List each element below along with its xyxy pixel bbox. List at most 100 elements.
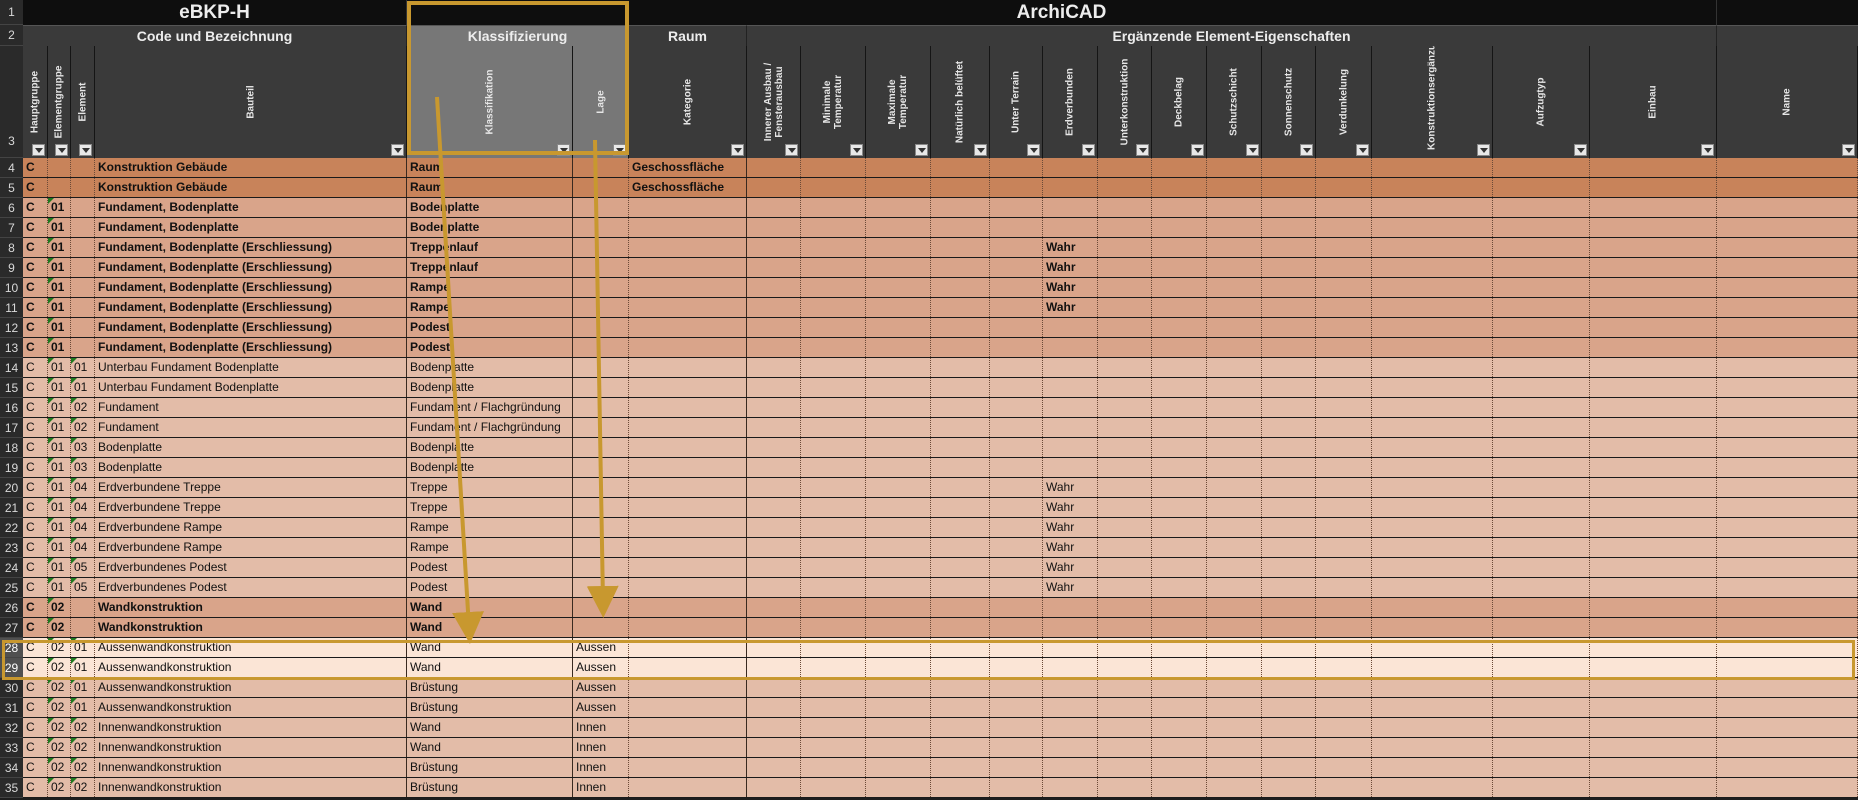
cell-c17[interactable] bbox=[1316, 698, 1372, 717]
cell-c18[interactable] bbox=[1372, 378, 1493, 397]
cell-erd[interactable] bbox=[1043, 438, 1098, 457]
cell-c19[interactable] bbox=[1493, 418, 1590, 437]
cell-lage[interactable] bbox=[573, 218, 629, 237]
cell-c14[interactable] bbox=[1152, 698, 1207, 717]
filter-dropdown-icon[interactable] bbox=[785, 144, 798, 156]
cell-erd[interactable]: Wahr bbox=[1043, 538, 1098, 557]
cell-eg[interactable]: 02 bbox=[48, 698, 71, 717]
cell-hg[interactable]: C bbox=[23, 458, 48, 477]
cell-el[interactable] bbox=[71, 258, 95, 277]
cell-c16[interactable] bbox=[1262, 338, 1316, 357]
cell-c19[interactable] bbox=[1493, 698, 1590, 717]
cell-eg[interactable]: 01 bbox=[48, 518, 71, 537]
cell-lage[interactable] bbox=[573, 558, 629, 577]
cell-c16[interactable] bbox=[1262, 378, 1316, 397]
cell-el[interactable]: 04 bbox=[71, 518, 95, 537]
cell-kat[interactable] bbox=[629, 218, 747, 237]
cell-eg[interactable]: 01 bbox=[48, 358, 71, 377]
cell-kat[interactable] bbox=[629, 278, 747, 297]
cell-c11[interactable] bbox=[990, 538, 1043, 557]
cell-klass[interactable]: Rampe bbox=[407, 298, 573, 317]
cell-c15[interactable] bbox=[1207, 698, 1262, 717]
cell-c19[interactable] bbox=[1493, 718, 1590, 737]
cell-eg[interactable] bbox=[48, 178, 71, 197]
filter-dropdown-icon[interactable] bbox=[1027, 144, 1040, 156]
cell-lage[interactable]: Innen bbox=[573, 758, 629, 777]
cell-hg[interactable]: C bbox=[23, 478, 48, 497]
cell-eg[interactable]: 01 bbox=[48, 558, 71, 577]
cell-c8[interactable] bbox=[801, 198, 866, 217]
cell-c9[interactable] bbox=[866, 498, 931, 517]
row-header[interactable]: 2 bbox=[0, 25, 23, 46]
filter-dropdown-icon[interactable] bbox=[974, 144, 987, 156]
table-row[interactable]: C Konstruktion Gebäude Raum Geschossfläche bbox=[23, 178, 1858, 198]
cell-c14[interactable] bbox=[1152, 538, 1207, 557]
cell-kat[interactable] bbox=[629, 498, 747, 517]
cell-c13[interactable] bbox=[1098, 278, 1152, 297]
row-header[interactable]: 14 bbox=[0, 358, 23, 378]
cell-erd[interactable] bbox=[1043, 358, 1098, 377]
cell-c9[interactable] bbox=[866, 638, 931, 657]
cell-c8[interactable] bbox=[801, 678, 866, 697]
cell-kat[interactable]: Geschossfläche bbox=[629, 178, 747, 197]
cell-c16[interactable] bbox=[1262, 578, 1316, 597]
cell-c13[interactable] bbox=[1098, 518, 1152, 537]
cell-c11[interactable] bbox=[990, 398, 1043, 417]
cell-c21[interactable] bbox=[1717, 518, 1858, 537]
cell-c13[interactable] bbox=[1098, 738, 1152, 757]
cell-el[interactable] bbox=[71, 278, 95, 297]
cell-lage[interactable]: Aussen bbox=[573, 678, 629, 697]
cell-c15[interactable] bbox=[1207, 318, 1262, 337]
cell-c7[interactable] bbox=[747, 158, 801, 177]
cell-c16[interactable] bbox=[1262, 278, 1316, 297]
cell-c8[interactable] bbox=[801, 218, 866, 237]
filter-dropdown-icon[interactable] bbox=[1842, 144, 1855, 156]
cell-c18[interactable] bbox=[1372, 278, 1493, 297]
cell-c7[interactable] bbox=[747, 578, 801, 597]
cell-c14[interactable] bbox=[1152, 718, 1207, 737]
cell-c13[interactable] bbox=[1098, 618, 1152, 637]
cell-lage[interactable] bbox=[573, 298, 629, 317]
cell-c11[interactable] bbox=[990, 558, 1043, 577]
cell-c20[interactable] bbox=[1590, 538, 1717, 557]
cell-c21[interactable] bbox=[1717, 398, 1858, 417]
cell-c19[interactable] bbox=[1493, 238, 1590, 257]
cell-c7[interactable] bbox=[747, 638, 801, 657]
cell-c20[interactable] bbox=[1590, 398, 1717, 417]
cell-c19[interactable] bbox=[1493, 458, 1590, 477]
cell-c20[interactable] bbox=[1590, 618, 1717, 637]
filter-dropdown-icon[interactable] bbox=[613, 144, 626, 156]
cell-c19[interactable] bbox=[1493, 778, 1590, 797]
cell-c17[interactable] bbox=[1316, 638, 1372, 657]
cell-c14[interactable] bbox=[1152, 758, 1207, 777]
cell-c14[interactable] bbox=[1152, 518, 1207, 537]
cell-erd[interactable] bbox=[1043, 778, 1098, 797]
cell-c7[interactable] bbox=[747, 558, 801, 577]
cell-c7[interactable] bbox=[747, 538, 801, 557]
table-row[interactable]: C 01 03 Bodenplatte Bodenplatte bbox=[23, 438, 1858, 458]
cell-c7[interactable] bbox=[747, 178, 801, 197]
row-header[interactable]: 24 bbox=[0, 558, 23, 578]
cell-c16[interactable] bbox=[1262, 298, 1316, 317]
cell-c8[interactable] bbox=[801, 498, 866, 517]
row-header[interactable]: 25 bbox=[0, 578, 23, 598]
cell-c7[interactable] bbox=[747, 198, 801, 217]
filter-dropdown-icon[interactable] bbox=[1136, 144, 1149, 156]
cell-c15[interactable] bbox=[1207, 458, 1262, 477]
cell-erd[interactable]: Wahr bbox=[1043, 518, 1098, 537]
cell-c20[interactable] bbox=[1590, 458, 1717, 477]
cell-eg[interactable]: 01 bbox=[48, 278, 71, 297]
cell-c16[interactable] bbox=[1262, 558, 1316, 577]
cell-c13[interactable] bbox=[1098, 458, 1152, 477]
cell-c10[interactable] bbox=[931, 698, 990, 717]
cell-el[interactable]: 05 bbox=[71, 558, 95, 577]
cell-c19[interactable] bbox=[1493, 738, 1590, 757]
cell-kat[interactable] bbox=[629, 358, 747, 377]
table-row[interactable]: C 01 05 Erdverbundenes Podest Podest Wahr bbox=[23, 558, 1858, 578]
cell-c10[interactable] bbox=[931, 538, 990, 557]
cell-c7[interactable] bbox=[747, 258, 801, 277]
cell-c21[interactable] bbox=[1717, 778, 1858, 797]
row-header[interactable]: 6 bbox=[0, 198, 23, 218]
cell-lage[interactable] bbox=[573, 498, 629, 517]
cell-c15[interactable] bbox=[1207, 398, 1262, 417]
